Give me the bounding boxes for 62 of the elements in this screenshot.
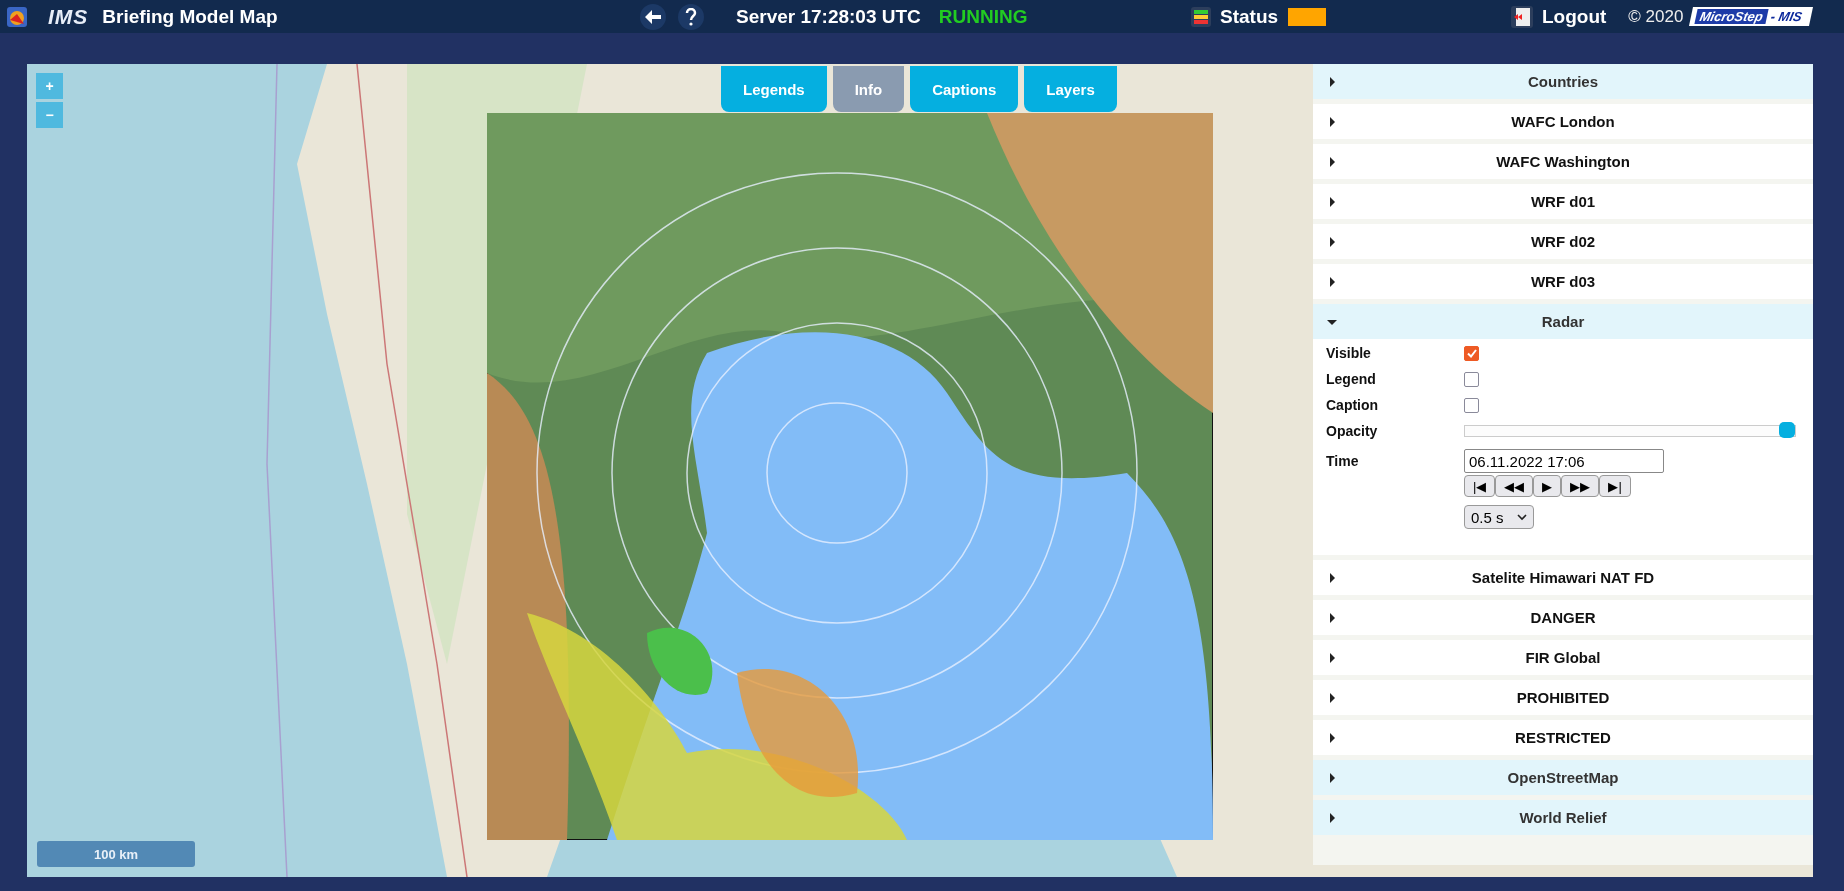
playback-button[interactable]: ◀◀ <box>1495 475 1534 497</box>
layer-row[interactable]: WRF d01 <box>1313 184 1813 219</box>
company-logo: MicroStep - MIS <box>1689 7 1814 26</box>
layer-row[interactable]: Satelite Himawari NAT FD <box>1313 560 1813 595</box>
playback-button[interactable]: ▶ <box>1533 475 1562 497</box>
checkbox[interactable] <box>1464 345 1479 361</box>
speed-select[interactable]: 0.5 s <box>1464 505 1534 529</box>
layer-row[interactable]: OpenStreetMap <box>1313 760 1813 795</box>
setting-label: Time <box>1326 453 1360 469</box>
scale-bar: 100 km <box>37 841 195 867</box>
layer-row[interactable]: Radar <box>1313 304 1813 339</box>
arrow-left-icon <box>645 9 661 24</box>
logout-door-icon[interactable] <box>1510 4 1534 29</box>
caret-right-icon <box>1327 236 1337 247</box>
caret-right-icon <box>1327 156 1337 167</box>
chevron-down-icon <box>1517 513 1527 521</box>
server-state: RUNNING <box>938 5 1028 28</box>
help-icon <box>685 7 697 26</box>
caret-right-icon <box>1327 652 1337 663</box>
caret-right-icon <box>1327 692 1337 703</box>
checkbox[interactable] <box>1464 371 1479 387</box>
opacity-slider[interactable] <box>1464 425 1796 437</box>
playback-button[interactable]: |◀ <box>1464 475 1496 497</box>
layer-row[interactable]: FIR Global <box>1313 640 1813 675</box>
status-label: Status <box>1220 5 1279 28</box>
checkbox[interactable] <box>1464 397 1479 413</box>
caret-right-icon <box>1327 116 1337 127</box>
playback-button[interactable]: ▶| <box>1599 475 1631 497</box>
page-title: Briefing Model Map <box>102 5 278 28</box>
caret-right-icon <box>1327 732 1337 743</box>
caret-right-icon <box>1327 276 1337 287</box>
playback-button[interactable]: ▶▶ <box>1561 475 1600 497</box>
layer-row[interactable]: WAFC London <box>1313 104 1813 139</box>
layer-row[interactable]: RESTRICTED <box>1313 720 1813 755</box>
layer-row[interactable]: Countries <box>1313 64 1813 99</box>
server-time: Server 17:28:03 UTC <box>736 5 921 28</box>
layer-row[interactable]: PROHIBITED <box>1313 680 1813 715</box>
layer-row[interactable]: World Relief <box>1313 800 1813 835</box>
help-button[interactable] <box>678 3 704 30</box>
setting-label: Legend <box>1326 371 1377 387</box>
time-field[interactable]: 06.11.2022 17:06 <box>1464 449 1664 473</box>
caret-right-icon <box>1327 772 1337 783</box>
app-logo-text: IMS <box>48 4 89 29</box>
globe-logo-icon <box>6 5 28 28</box>
layer-row[interactable]: WRF d03 <box>1313 264 1813 299</box>
copyright: © 2020 <box>1628 6 1684 27</box>
caret-right-icon <box>1327 196 1337 207</box>
setting-label: Visible <box>1326 345 1372 361</box>
caret-right-icon <box>1327 812 1337 823</box>
logout-button[interactable]: Logout <box>1542 5 1607 28</box>
status-bars-icon <box>1190 5 1212 28</box>
status-indicator <box>1288 7 1327 26</box>
layer-row[interactable]: WAFC Washington <box>1313 144 1813 179</box>
setting-label: Opacity <box>1326 423 1379 439</box>
slider-thumb[interactable] <box>1779 422 1795 438</box>
caret-right-icon <box>1327 612 1337 623</box>
back-button[interactable] <box>640 3 666 30</box>
setting-label: Caption <box>1326 397 1380 413</box>
layer-row[interactable]: WRF d02 <box>1313 224 1813 259</box>
layer-row[interactable]: DANGER <box>1313 600 1813 635</box>
caret-right-icon <box>1327 76 1337 87</box>
caret-right-icon <box>1327 572 1337 583</box>
